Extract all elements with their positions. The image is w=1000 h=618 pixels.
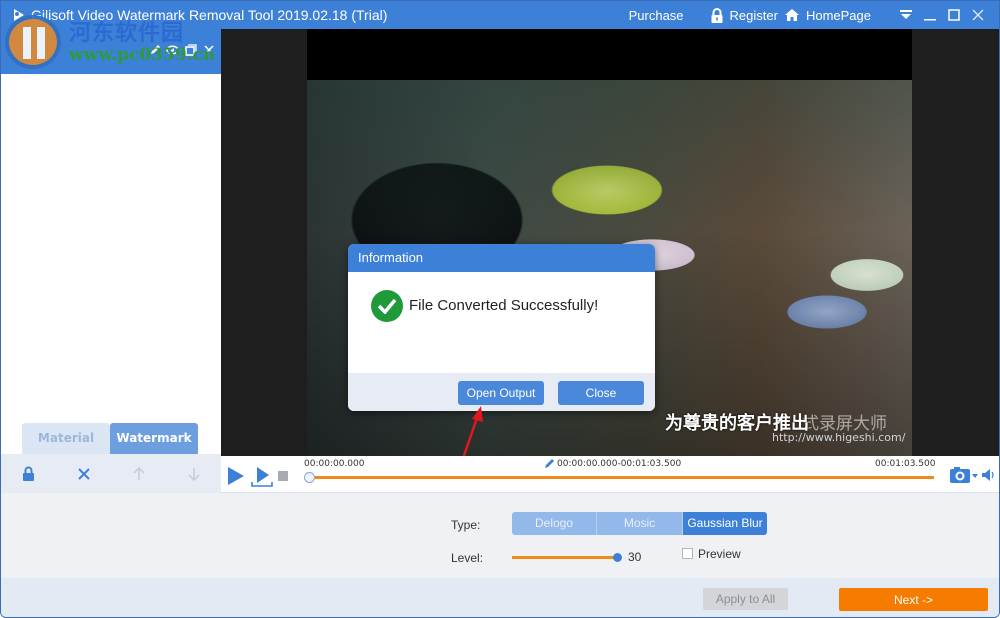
move-down-button[interactable] xyxy=(184,464,204,484)
type-label: Type: xyxy=(451,518,481,532)
dialog-message: File Converted Successfully! xyxy=(409,297,599,314)
level-slider-thumb[interactable] xyxy=(613,553,622,562)
information-dialog: Information File Converted Successfully!… xyxy=(348,244,655,411)
minimize-icon xyxy=(924,19,936,21)
play-button[interactable] xyxy=(227,466,245,486)
next-button[interactable]: Next -> xyxy=(839,588,988,611)
register-link[interactable]: Register xyxy=(730,8,778,23)
preview-label: Preview xyxy=(698,547,741,561)
snapshot-button[interactable] xyxy=(949,466,979,484)
copy-button[interactable] xyxy=(184,43,197,56)
level-slider[interactable] xyxy=(512,553,622,562)
close-window-button[interactable] xyxy=(969,6,987,24)
delete-icon xyxy=(77,467,90,480)
minimize-button[interactable] xyxy=(921,6,939,24)
preview-checkbox[interactable] xyxy=(682,548,693,559)
tab-watermark[interactable]: Watermark xyxy=(110,423,198,454)
player-bar: 00:00:00.000 00:00:00.000-00:01:03.500 0… xyxy=(221,456,999,493)
open-output-button[interactable]: Open Output xyxy=(458,381,544,405)
success-check-icon xyxy=(371,290,403,322)
type-option-delogo[interactable]: Delogo xyxy=(512,512,597,535)
video-overlay-url: http://www.higeshi.com/ xyxy=(772,431,906,444)
lock-icon xyxy=(711,7,723,23)
sidebar-header xyxy=(1,29,221,74)
lock-button[interactable] xyxy=(19,464,39,484)
eye-icon xyxy=(166,45,179,54)
copy-icon xyxy=(184,43,197,56)
play-selection-button[interactable] xyxy=(251,466,273,488)
timeline-handle[interactable] xyxy=(304,472,315,483)
stop-button[interactable] xyxy=(278,471,288,481)
close-icon xyxy=(972,9,984,21)
settings-panel: Type: Delogo Mosic Gaussian Blur Level: … xyxy=(1,493,999,578)
time-range: 00:00:00.000-00:01:03.500 xyxy=(557,459,682,469)
purchase-link[interactable]: Purchase xyxy=(629,8,684,23)
dialog-body: File Converted Successfully! xyxy=(348,272,655,373)
sidebar-tabs: Material Watermark xyxy=(22,423,198,454)
close-icon xyxy=(203,44,214,55)
menu-dropdown-button[interactable] xyxy=(897,6,915,24)
visibility-button[interactable] xyxy=(166,43,179,56)
app-window: Gilisoft Video Watermark Removal Tool 20… xyxy=(0,0,1000,618)
maximize-icon xyxy=(948,9,960,21)
volume-icon[interactable] xyxy=(981,468,997,482)
dialog-title: Information xyxy=(348,244,655,272)
level-label: Level: xyxy=(451,551,484,565)
delete-button[interactable] xyxy=(74,464,94,484)
title-bar: Gilisoft Video Watermark Removal Tool 20… xyxy=(1,1,999,29)
type-selector: Delogo Mosic Gaussian Blur xyxy=(512,512,767,535)
sidebar-header-tools xyxy=(148,43,215,56)
sidebar-toolbar xyxy=(1,454,221,493)
dialog-footer: Open Output Close xyxy=(348,373,655,411)
edit-range-icon[interactable] xyxy=(544,458,555,469)
end-time: 00:01:03.500 xyxy=(875,459,936,469)
remove-button[interactable] xyxy=(202,43,215,56)
start-time: 00:00:00.000 xyxy=(304,459,365,469)
lock-icon xyxy=(23,466,34,481)
move-up-button[interactable] xyxy=(129,464,149,484)
window-title: Gilisoft Video Watermark Removal Tool 20… xyxy=(31,7,388,23)
home-icon xyxy=(784,9,799,21)
sidebar: Material Watermark xyxy=(1,29,221,493)
maximize-button[interactable] xyxy=(945,6,963,24)
title-nav: Purchase Register HomePage xyxy=(629,6,987,24)
arrow-down-icon xyxy=(187,467,200,481)
edit-button[interactable] xyxy=(148,43,161,56)
dropdown-menu-icon xyxy=(900,10,912,19)
close-dialog-button[interactable]: Close xyxy=(558,381,644,405)
homepage-link[interactable]: HomePage xyxy=(806,8,871,23)
app-logo-icon xyxy=(14,9,24,21)
pencil-icon xyxy=(150,44,160,54)
type-option-mosic[interactable]: Mosic xyxy=(597,512,683,535)
footer-bar: Apply to All Next -> xyxy=(1,578,999,617)
apply-to-all-button[interactable]: Apply to All xyxy=(703,588,788,610)
tab-material[interactable]: Material xyxy=(22,423,110,454)
arrow-up-icon xyxy=(132,466,145,480)
level-value: 30 xyxy=(628,550,642,564)
timeline-track[interactable] xyxy=(309,476,934,479)
type-option-gaussian-blur[interactable]: Gaussian Blur xyxy=(683,512,767,535)
